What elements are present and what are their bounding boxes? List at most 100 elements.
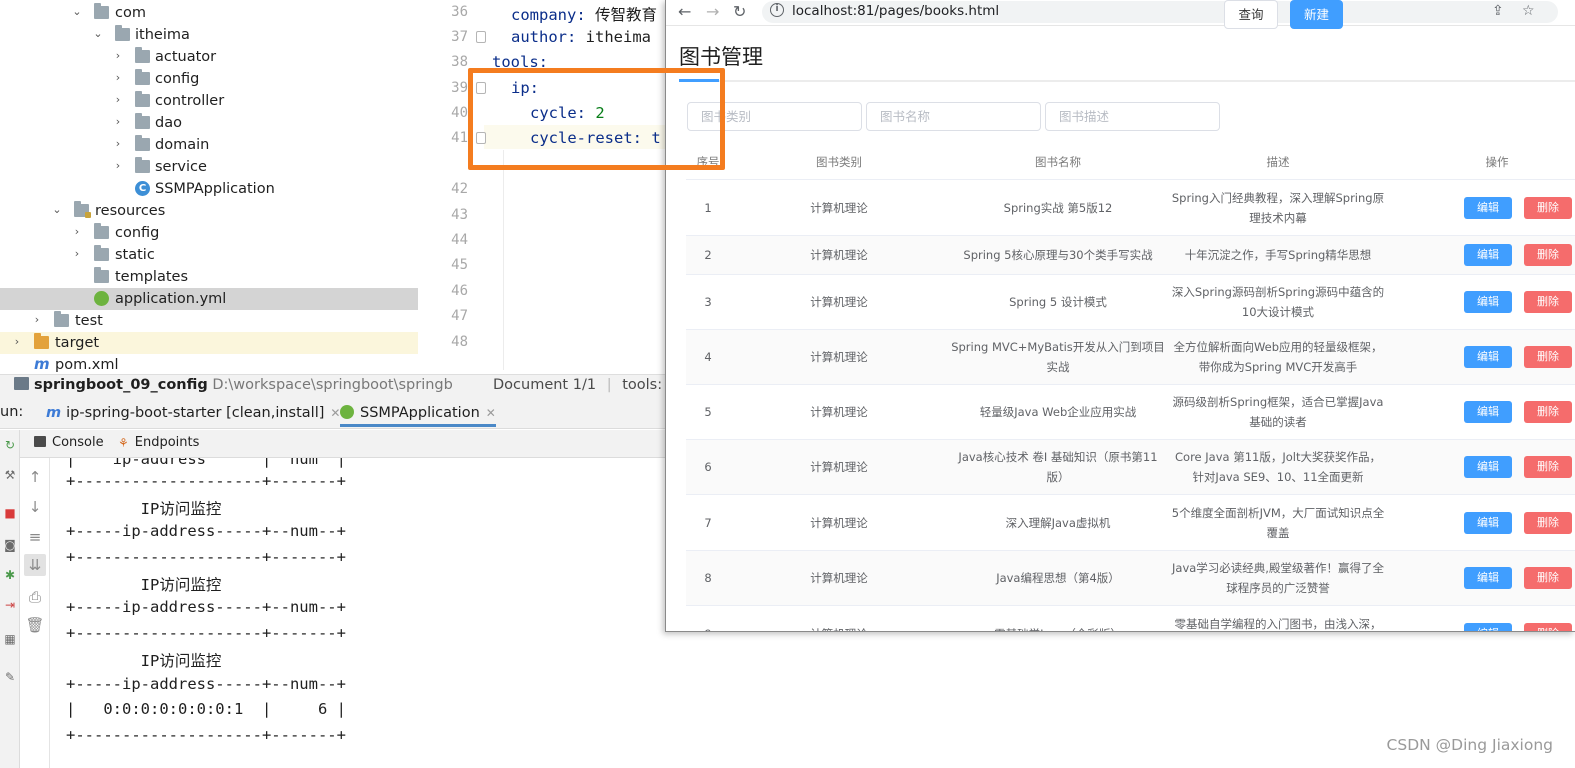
edit-button[interactable]: 编辑 (1464, 623, 1512, 631)
close-icon[interactable]: ✕ (486, 406, 496, 420)
tree-item-config[interactable]: › config (0, 68, 418, 90)
reload-icon[interactable]: ↻ (733, 2, 746, 21)
tree-item-templates[interactable]: templates (0, 266, 418, 288)
tree-item-ssmpapplication[interactable]: C SSMPApplication (0, 178, 418, 200)
tree-item-target[interactable]: › target (0, 332, 418, 354)
wrench-icon[interactable]: ⚒ (0, 466, 20, 484)
delete-button[interactable]: 删除 (1524, 456, 1572, 478)
tree-item-com[interactable]: ⌄ com (0, 2, 418, 24)
fold-marker-icon[interactable] (476, 31, 486, 43)
exit-icon[interactable]: ⇥ (0, 596, 20, 614)
rerun-icon[interactable]: ↻ (0, 436, 20, 454)
chevron-right-icon[interactable]: › (112, 115, 124, 129)
delete-button[interactable]: 删除 (1524, 291, 1572, 313)
close-icon[interactable]: ✕ (330, 406, 340, 420)
site-info-icon[interactable]: i (770, 3, 784, 17)
tree-item-pom-xml[interactable]: m pom.xml (0, 354, 418, 374)
url-text[interactable]: localhost:81/pages/books.html (792, 3, 999, 19)
chevron-right-icon[interactable]: › (71, 247, 83, 261)
chevron-right-icon[interactable]: › (11, 335, 23, 349)
delete-button[interactable]: 删除 (1524, 197, 1572, 219)
edit-button[interactable]: 编辑 (1464, 291, 1512, 313)
arrow-down-icon[interactable]: ↓ (20, 496, 50, 518)
chevron-right-icon[interactable]: › (112, 49, 124, 63)
line-number: 43 (451, 207, 468, 223)
tree-item-application-yml[interactable]: application.yml (0, 288, 418, 310)
run-tab-maven[interactable]: m ip-spring-boot-starter [clean,install] ✕ (46, 400, 340, 427)
console-line: IP访问监控 (66, 500, 222, 518)
stop-icon[interactable]: ■ (0, 504, 20, 522)
tree-item-domain[interactable]: › domain (0, 134, 418, 156)
bookmark-star-icon[interactable]: ☆ (1522, 3, 1535, 19)
project-root-label[interactable]: springboot_09_config D:\workspace\spring… (14, 376, 453, 393)
chevron-right-icon[interactable]: › (112, 93, 124, 107)
pin-icon[interactable]: ✎ (0, 668, 20, 686)
run-tab-ssmpapplication[interactable]: SSMPApplication ✕ (340, 400, 496, 427)
delete-button[interactable]: 删除 (1524, 512, 1572, 534)
soft-wrap-icon[interactable]: ≡ (20, 526, 50, 548)
chevron-right-icon[interactable]: › (112, 137, 124, 151)
tree-item-controller[interactable]: › controller (0, 90, 418, 112)
chevron-right-icon[interactable]: › (112, 159, 124, 173)
print-icon[interactable]: ⎙ (20, 586, 50, 608)
edit-button[interactable]: 编辑 (1464, 567, 1512, 589)
title-divider-accent (679, 79, 719, 82)
fold-marker-icon[interactable] (476, 132, 486, 144)
cell-index: 9 (704, 624, 711, 631)
delete-button[interactable]: 删除 (1524, 346, 1572, 368)
chevron-right-icon[interactable]: › (71, 225, 83, 239)
tree-item-resources-config[interactable]: › config (0, 222, 418, 244)
yaml-editor[interactable]: 36 37 38 39 40 41 42 43 44 45 46 47 48 c… (418, 0, 665, 374)
table-row: 3 计算机理论 Spring 5 设计模式 深入Spring源码剖析Spring… (686, 274, 1575, 329)
tree-item-dao[interactable]: › dao (0, 112, 418, 134)
console-output[interactable]: | ip-address | num | +------------------… (51, 458, 665, 768)
edit-button[interactable]: 编辑 (1464, 346, 1512, 368)
edit-button[interactable]: 编辑 (1464, 512, 1512, 534)
edit-button[interactable]: 编辑 (1464, 197, 1512, 219)
back-icon[interactable]: ← (678, 2, 691, 21)
tab-console[interactable]: Console (34, 435, 104, 450)
delete-button[interactable]: 删除 (1524, 244, 1572, 266)
delete-button[interactable]: 删除 (1524, 401, 1572, 423)
tree-item-test[interactable]: › test (0, 310, 418, 332)
tree-item-itheima[interactable]: ⌄ itheima (0, 24, 418, 46)
indent-guide (503, 150, 504, 370)
new-book-button[interactable]: 新建 (1290, 0, 1343, 29)
book-type-input[interactable]: 图书类别 (687, 102, 862, 131)
chevron-right-icon[interactable]: › (31, 313, 43, 327)
tab-endpoints[interactable]: ⚘ Endpoints (118, 435, 199, 450)
table-row: 1 计算机理论 Spring实战 第5版12 Spring入门经典教程，深入理解… (686, 179, 1575, 235)
scroll-to-end-icon[interactable]: ⇊ (24, 554, 46, 576)
line-number: 40 (451, 105, 468, 121)
book-description-input[interactable]: 图书描述 (1045, 102, 1220, 131)
delete-button[interactable]: 删除 (1524, 567, 1572, 589)
run-tab-label: SSMPApplication (360, 405, 480, 421)
tree-item-static[interactable]: › static (0, 244, 418, 266)
camera-icon[interactable]: ◙ (0, 536, 20, 554)
tree-item-resources[interactable]: ⌄ resources (0, 200, 418, 222)
query-button[interactable]: 查询 (1224, 0, 1278, 29)
arrow-up-icon[interactable]: ↑ (20, 466, 50, 488)
tree-item-service[interactable]: › service (0, 156, 418, 178)
chevron-down-icon[interactable]: ⌄ (92, 27, 104, 41)
editor-breadcrumb[interactable]: Document 1/1 | tools: (493, 377, 662, 393)
chevron-right-icon[interactable]: › (112, 71, 124, 85)
share-icon[interactable]: ⇪ (1492, 3, 1504, 19)
console-toolbar: ↑ ↓ ≡ ⇊ ⎙ 🗑 (20, 458, 50, 768)
forward-icon[interactable]: → (706, 2, 719, 21)
layout-icon[interactable]: ▦ (0, 630, 20, 648)
debug-icon[interactable]: ✱ (0, 566, 20, 584)
chevron-down-icon[interactable]: ⌄ (51, 203, 63, 217)
edit-button[interactable]: 编辑 (1464, 401, 1512, 423)
delete-button[interactable]: 删除 (1524, 623, 1572, 631)
yaml-path-breadcrumb[interactable]: tools: (622, 377, 662, 393)
fold-marker-icon[interactable] (476, 82, 486, 94)
book-name-input[interactable]: 图书名称 (866, 102, 1041, 131)
tree-item-label: config (155, 71, 200, 87)
trash-icon[interactable]: 🗑 (20, 614, 50, 636)
tree-item-actuator[interactable]: › actuator (0, 46, 418, 68)
chevron-down-icon[interactable]: ⌄ (71, 5, 83, 19)
edit-button[interactable]: 编辑 (1464, 244, 1512, 266)
cell-name: Spring实战 第5版12 (1003, 201, 1113, 215)
edit-button[interactable]: 编辑 (1464, 456, 1512, 478)
